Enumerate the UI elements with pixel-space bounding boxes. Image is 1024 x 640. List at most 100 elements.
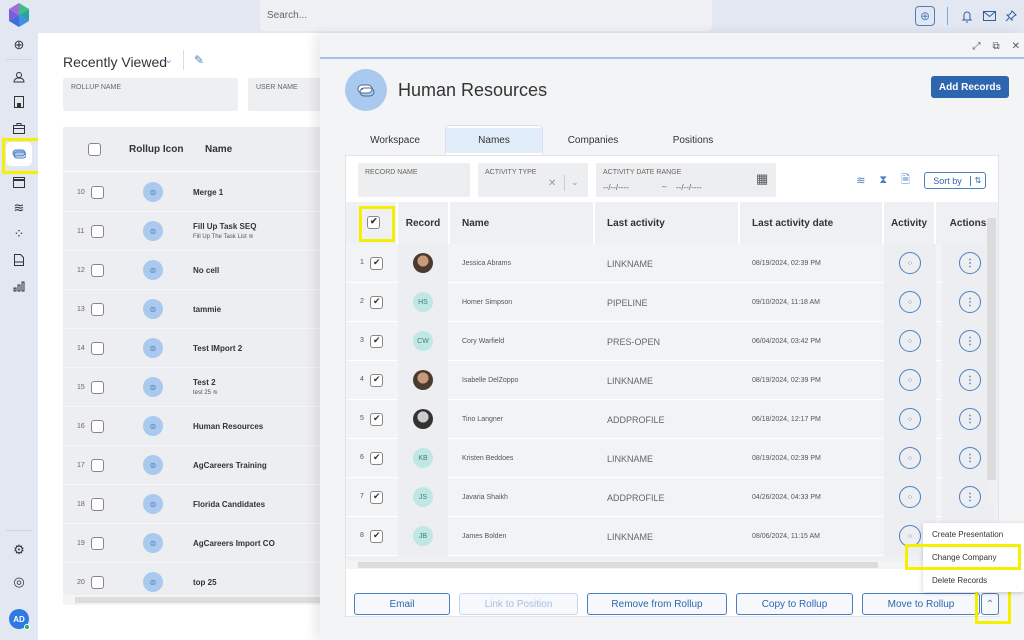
row-checkbox[interactable]: [91, 498, 104, 511]
settings-icon[interactable]: ⚙: [6, 538, 32, 562]
rollup-name[interactable]: No cell: [193, 266, 219, 275]
briefcase-icon[interactable]: [6, 116, 32, 140]
rollup-name[interactable]: Florida Candidates: [193, 500, 265, 509]
workflow-icon[interactable]: ≋: [6, 196, 32, 220]
rollup-name[interactable]: AgCareers Training: [193, 461, 267, 470]
edit-icon[interactable]: ✎: [194, 53, 204, 67]
record-avatar[interactable]: CW: [413, 331, 433, 351]
rollup-name[interactable]: Merge 1: [193, 188, 223, 197]
workflow-icon[interactable]: ≋: [856, 174, 865, 187]
rollup-icon[interactable]: [6, 142, 32, 166]
help-icon[interactable]: ◎: [6, 570, 32, 594]
record-name[interactable]: Cory Warfield: [462, 322, 504, 361]
menu-item-change-company[interactable]: Change Company: [923, 546, 1024, 569]
user-avatar[interactable]: AD: [9, 609, 30, 630]
tab-companies[interactable]: Companies: [543, 125, 643, 155]
record-avatar[interactable]: KB: [413, 448, 433, 468]
row-checkbox[interactable]: [370, 452, 383, 465]
column-header-activity[interactable]: Activity: [884, 202, 936, 244]
more-vertical-icon[interactable]: ⋮: [959, 447, 981, 469]
pin-icon[interactable]: [1004, 9, 1018, 23]
row-checkbox[interactable]: [91, 459, 104, 472]
select-all-checkbox[interactable]: [367, 216, 380, 229]
activity-icon[interactable]: ⁘: [899, 330, 921, 352]
hourglass-icon[interactable]: ⧗: [879, 174, 887, 187]
record-name[interactable]: Kristen Beddoes: [462, 439, 513, 478]
activity-icon[interactable]: ⁘: [899, 408, 921, 430]
table-row[interactable]: 10 ⊜ Merge 1: [63, 173, 353, 212]
activity-icon[interactable]: ⁘: [899, 291, 921, 313]
record-avatar[interactable]: JB: [413, 526, 433, 546]
record-avatar[interactable]: [413, 370, 433, 390]
close-icon[interactable]: ✕: [1012, 41, 1020, 52]
tab-names[interactable]: Names: [445, 125, 543, 155]
table-row[interactable]: 4 Isabelle DelZoppo LINKNAME 08/19/2024, 02…: [346, 361, 994, 400]
row-checkbox[interactable]: [91, 264, 104, 277]
date-from-input[interactable]: --/--/----: [603, 183, 629, 192]
activity-icon[interactable]: ⁘: [899, 369, 921, 391]
table-row[interactable]: 2 HS Homer Simpson PIPELINE 09/10/2024, 11:1…: [346, 283, 994, 322]
app-logo-icon[interactable]: [8, 3, 30, 27]
row-checkbox[interactable]: [370, 296, 383, 309]
record-name[interactable]: Isabelle DelZoppo: [462, 361, 518, 400]
table-row[interactable]: 15 ⊜ Test 2 test 25 ≋: [63, 368, 353, 407]
rollup-name[interactable]: Test IMport 2: [193, 344, 242, 353]
row-checkbox[interactable]: [91, 381, 104, 394]
mail-icon[interactable]: [982, 9, 996, 23]
expand-icon[interactable]: ⤢: [972, 41, 980, 52]
record-name-filter[interactable]: RECORD NAME: [358, 163, 470, 197]
row-checkbox[interactable]: [91, 225, 104, 238]
add-icon[interactable]: ⊕: [915, 6, 935, 26]
chevron-down-icon[interactable]: ⌄: [571, 177, 579, 188]
record-name[interactable]: Jessica Abrams: [462, 244, 511, 283]
more-vertical-icon[interactable]: ⋮: [959, 408, 981, 430]
column-header[interactable]: Rollup Icon: [129, 127, 183, 172]
table-row[interactable]: 16 ⊜ Human Resources: [63, 407, 353, 446]
activity-type-select[interactable]: ACTIVITY TYPE ✕ ⌄: [478, 163, 588, 197]
document-icon[interactable]: [6, 90, 32, 114]
sort-by-button[interactable]: Sort by ⇅: [924, 172, 986, 189]
table-row[interactable]: 6 KB Kristen Beddoes LINKNAME 08/19/2024, 02…: [346, 439, 994, 478]
activity-icon[interactable]: ⁘: [899, 252, 921, 274]
copy-to-rollup-button[interactable]: Copy to Rollup: [736, 593, 853, 615]
tab-workspace[interactable]: Workspace: [345, 125, 445, 155]
table-row[interactable]: 8 JB James Bolden LINKNAME 08/06/2024, 11:15…: [346, 517, 994, 556]
date-to-input[interactable]: --/--/----: [676, 183, 702, 192]
table-row[interactable]: 5 Tino Langner ADDPROFILE 06/18/2024, 12:17…: [346, 400, 994, 439]
table-row[interactable]: 17 ⊜ AgCareers Training: [63, 446, 353, 485]
row-checkbox[interactable]: [370, 257, 383, 270]
record-name[interactable]: Javaria Shaikh: [462, 478, 508, 517]
row-checkbox[interactable]: [91, 303, 104, 316]
calendar-icon[interactable]: ▦: [756, 171, 768, 187]
bell-icon[interactable]: [960, 9, 974, 23]
chevron-down-icon[interactable]: ⌄: [164, 53, 173, 66]
menu-item-delete-records[interactable]: Delete Records: [923, 569, 1024, 592]
rollup-name[interactable]: Test 2: [193, 378, 216, 387]
rollup-name[interactable]: top 25: [193, 578, 217, 587]
table-row[interactable]: 7 JS Javaria Shaikh ADDPROFILE 04/26/2024, 0…: [346, 478, 994, 517]
activity-icon[interactable]: ⁘: [899, 525, 921, 547]
rollup-name[interactable]: AgCareers Import CO: [193, 539, 275, 548]
row-checkbox[interactable]: [91, 342, 104, 355]
reports-icon[interactable]: [6, 274, 32, 298]
remove-from-rollup-button[interactable]: Remove from Rollup: [587, 593, 727, 615]
row-checkbox[interactable]: [91, 420, 104, 433]
file-icon[interactable]: [6, 248, 32, 272]
table-row[interactable]: 11 ⊜ Fill Up Task SEQ Fill Up The Task List…: [63, 212, 353, 251]
more-vertical-icon[interactable]: ⋮: [959, 369, 981, 391]
select-all-checkbox[interactable]: [88, 143, 101, 156]
horizontal-scrollbar[interactable]: [346, 561, 998, 569]
column-header-name[interactable]: Name: [450, 202, 595, 244]
scrollbar-thumb[interactable]: [358, 562, 878, 568]
row-checkbox[interactable]: [370, 530, 383, 543]
table-row[interactable]: 3 CW Cory Warfield PRES-OPEN 06/04/2024, 03:…: [346, 322, 994, 361]
table-row[interactable]: 13 ⊜ tammie: [63, 290, 353, 329]
calendar-icon[interactable]: [6, 170, 32, 194]
expand-icon[interactable]: ⊕: [6, 33, 32, 57]
info-icon[interactable]: ⓘ: [535, 84, 544, 97]
table-row[interactable]: 19 ⊜ AgCareers Import CO: [63, 524, 353, 563]
row-checkbox[interactable]: [370, 491, 383, 504]
row-checkbox[interactable]: [370, 374, 383, 387]
table-row[interactable]: 1 Jessica Abrams LINKNAME 08/19/2024, 02:39…: [346, 244, 994, 283]
scrollbar-thumb[interactable]: [987, 218, 996, 480]
